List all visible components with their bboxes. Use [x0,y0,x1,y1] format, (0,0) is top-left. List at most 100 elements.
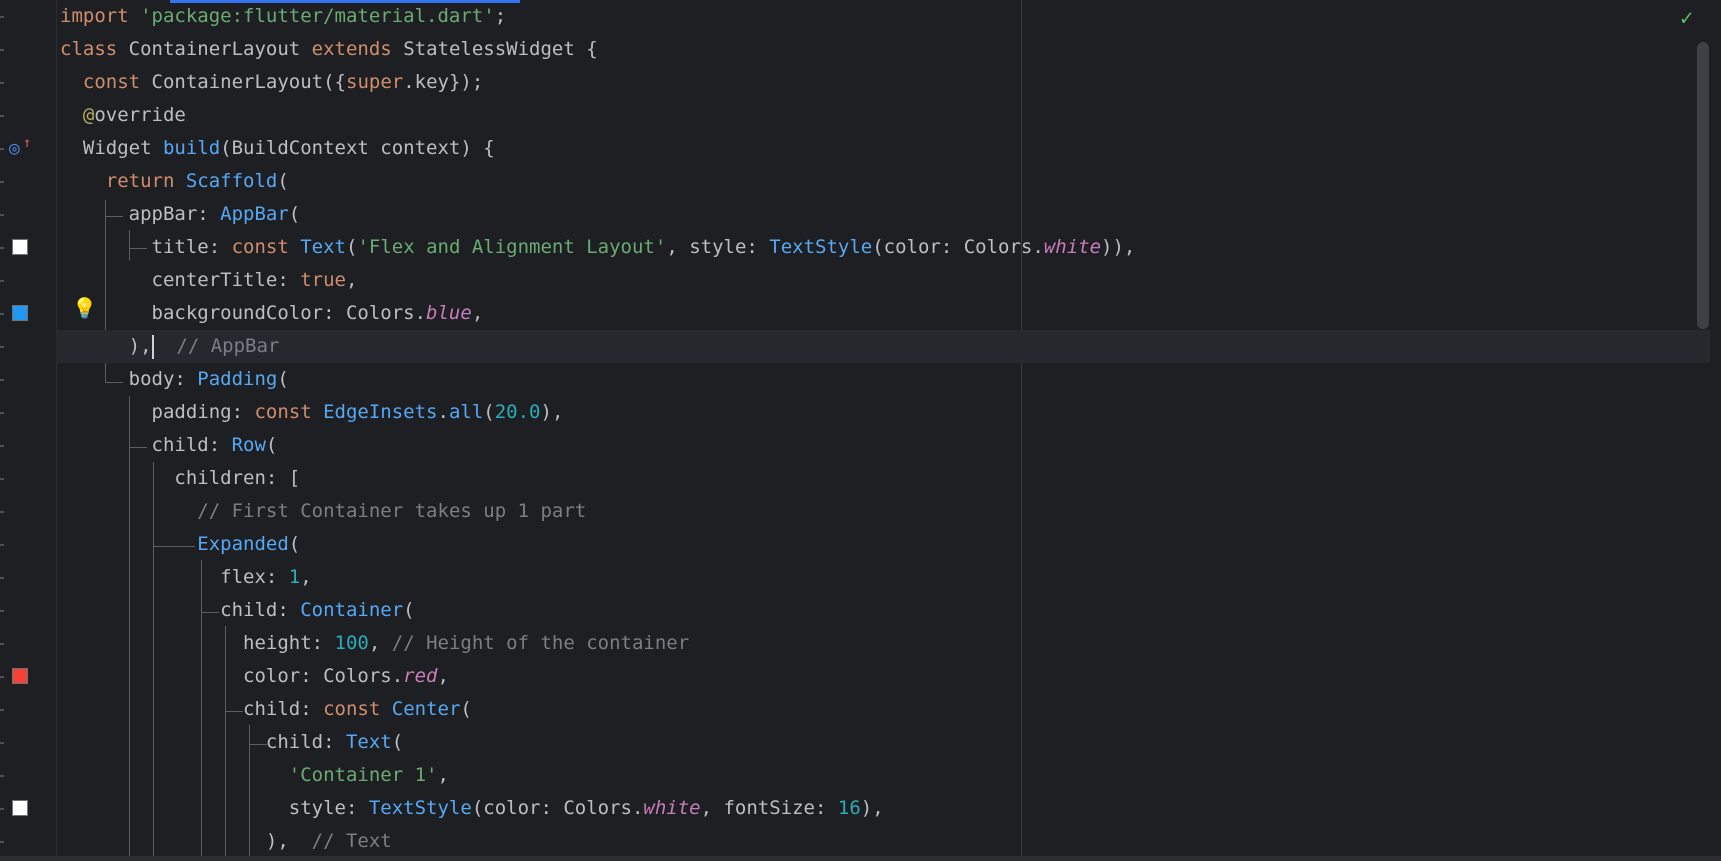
code-line[interactable]: class ContainerLayout extends StatelessW… [60,33,1691,66]
code-token: color: Colors. [60,665,404,687]
code-line[interactable]: child: Text( [60,726,1691,759]
fold-marker [0,643,4,645]
code-token: TextStyle [769,236,873,258]
color-swatch-icon[interactable] [12,668,28,684]
code-token: ( [277,170,289,192]
code-line[interactable]: return Scaffold( [60,165,1691,198]
code-token: ), [60,830,312,852]
code-line[interactable]: 'Container 1', [60,759,1691,792]
fold-marker [0,214,4,216]
code-token: centerTitle: [60,269,301,291]
code-token: EdgeInsets [323,401,438,423]
code-line[interactable]: flex: 1, [60,561,1691,594]
code-line[interactable]: import 'package:flutter/material.dart'; [60,0,1691,33]
fold-marker [0,49,4,51]
code-line[interactable]: title: const Text('Flex and Alignment La… [60,231,1691,264]
code-token: children: [ [60,467,301,489]
code-line[interactable]: height: 100, // Height of the container [60,627,1691,660]
code-token: override [94,104,186,126]
fold-marker [0,445,4,447]
code-token: Container [300,599,404,621]
code-line[interactable]: appBar: AppBar( [60,198,1691,231]
code-token: Scaffold [185,170,278,192]
code-line[interactable]: child: Container( [60,594,1691,627]
code-line[interactable]: style: TextStyle(color: Colors.white, fo… [60,792,1691,825]
code-token: .key}); [403,71,484,93]
code-token: white [643,797,701,819]
code-token: ), [860,797,884,819]
code-token: // First Container takes up 1 part [197,500,587,522]
code-line[interactable]: color: Colors.red, [60,660,1691,693]
fold-marker [0,709,4,711]
fold-marker [0,676,4,678]
code-line[interactable]: centerTitle: true, [60,264,1691,297]
code-token: Expanded [197,533,289,555]
fold-marker [0,379,4,381]
code-token: ( [288,533,301,555]
code-token: const [254,401,324,423]
code-line[interactable]: // First Container takes up 1 part [60,495,1691,528]
code-line[interactable]: child: const Center( [60,693,1691,726]
code-line[interactable]: padding: const EdgeInsets.all(20.0), [60,396,1691,429]
lightbulb-icon[interactable]: 💡 [72,296,97,320]
check-icon[interactable]: ✓ [1680,6,1693,31]
code-line[interactable]: children: [ [60,462,1691,495]
code-line[interactable]: ), // Text [60,825,1691,858]
code-token: (color: Colors. [471,797,644,819]
code-token: Text [300,236,346,258]
override-icon[interactable]: ◎ [9,138,20,159]
code-token: ( [346,236,358,258]
code-token: ), [60,335,152,357]
code-token: true [300,269,346,291]
code-token: 100 [334,632,369,654]
code-line[interactable]: Expanded( [60,528,1691,561]
code-area[interactable]: import 'package:flutter/material.dart'; c… [56,0,1710,858]
code-token: , [471,302,484,324]
code-line[interactable]: ), // AppBar [56,330,1710,363]
fold-marker [0,610,4,612]
color-swatch-icon[interactable] [12,305,28,321]
code-token: const [323,698,392,720]
code-line[interactable]: const ContainerLayout({super.key}); [60,66,1691,99]
code-token: ( [277,368,289,390]
code-token: 20.0 [494,401,541,423]
code-token: height: [60,632,335,654]
code-token: ( [288,203,301,225]
code-token: ( [460,698,472,720]
code-line[interactable]: @override [60,99,1691,132]
horizontal-scrollbar-track[interactable] [0,856,1721,861]
vertical-scrollbar[interactable] [1697,42,1709,329]
code-token: ContainerLayout [128,38,312,60]
code-token: ; [494,5,507,27]
code-line[interactable]: child: Row( [60,429,1691,462]
code-token: , [300,566,312,588]
code-token: Center [391,698,461,720]
editor-gutter[interactable]: ◎ ↑ [0,0,57,861]
code-editor[interactable]: ◎ ↑ import 'package:flutter/material.dar… [0,0,1721,861]
code-token: , [345,269,358,291]
fold-marker [0,82,4,84]
code-token: Widget [60,137,163,159]
code-token: (color: Colors. [872,236,1044,258]
code-token: // AppBar [153,335,280,357]
fold-marker [0,148,4,150]
code-line[interactable]: Widget build(BuildContext context) { [60,132,1691,165]
code-token: class [60,38,129,60]
code-token: red [403,665,438,687]
code-line[interactable]: body: Padding( [60,363,1691,396]
code-token: all [448,401,484,423]
code-line[interactable]: backgroundColor: Colors.blue, [60,297,1691,330]
color-swatch-icon[interactable] [12,239,28,255]
code-token: const [82,71,152,93]
code-token: )), [1101,236,1136,258]
code-token: extends [311,38,404,60]
code-token: const [231,236,301,258]
color-swatch-icon[interactable] [12,800,28,816]
fold-marker [0,247,4,249]
code-token: @ [82,104,95,126]
code-token: . [437,401,449,423]
override-arrow-icon[interactable]: ↑ [23,135,31,151]
